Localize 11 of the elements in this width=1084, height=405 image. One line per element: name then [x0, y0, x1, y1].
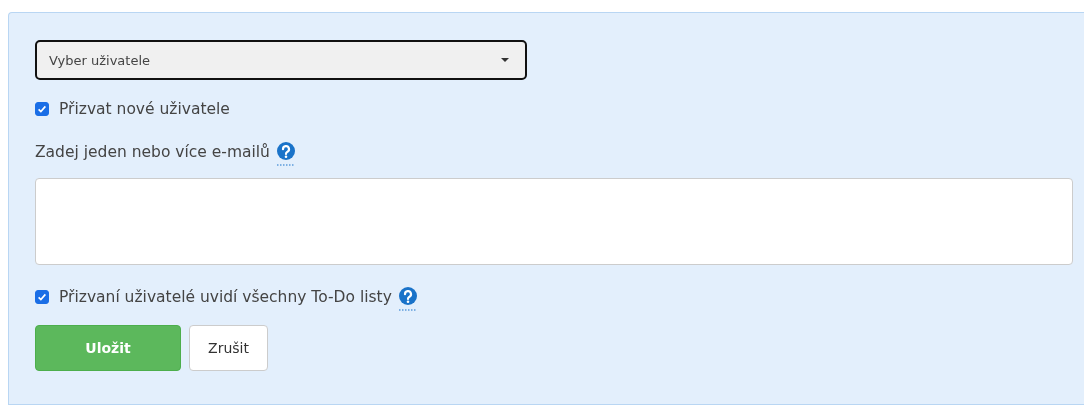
checkbox[interactable]: [35, 290, 49, 304]
checkbox-label: Přizvat nové uživatele: [59, 100, 230, 118]
checkbox[interactable]: [35, 102, 49, 116]
caret-icon: [501, 58, 509, 62]
help-icon[interactable]: [275, 142, 296, 166]
help-icon[interactable]: [397, 287, 418, 311]
user-select[interactable]: Vyber uživatele: [35, 40, 527, 80]
field-label: Zadej jeden nebo více e-mailů: [35, 143, 270, 161]
cancel-button[interactable]: Zrušit: [189, 325, 268, 371]
email-input-field[interactable]: [35, 178, 1073, 265]
checkbox-label: Přizvaní uživatelé uvidí všechny To-Do listy: [59, 288, 392, 306]
